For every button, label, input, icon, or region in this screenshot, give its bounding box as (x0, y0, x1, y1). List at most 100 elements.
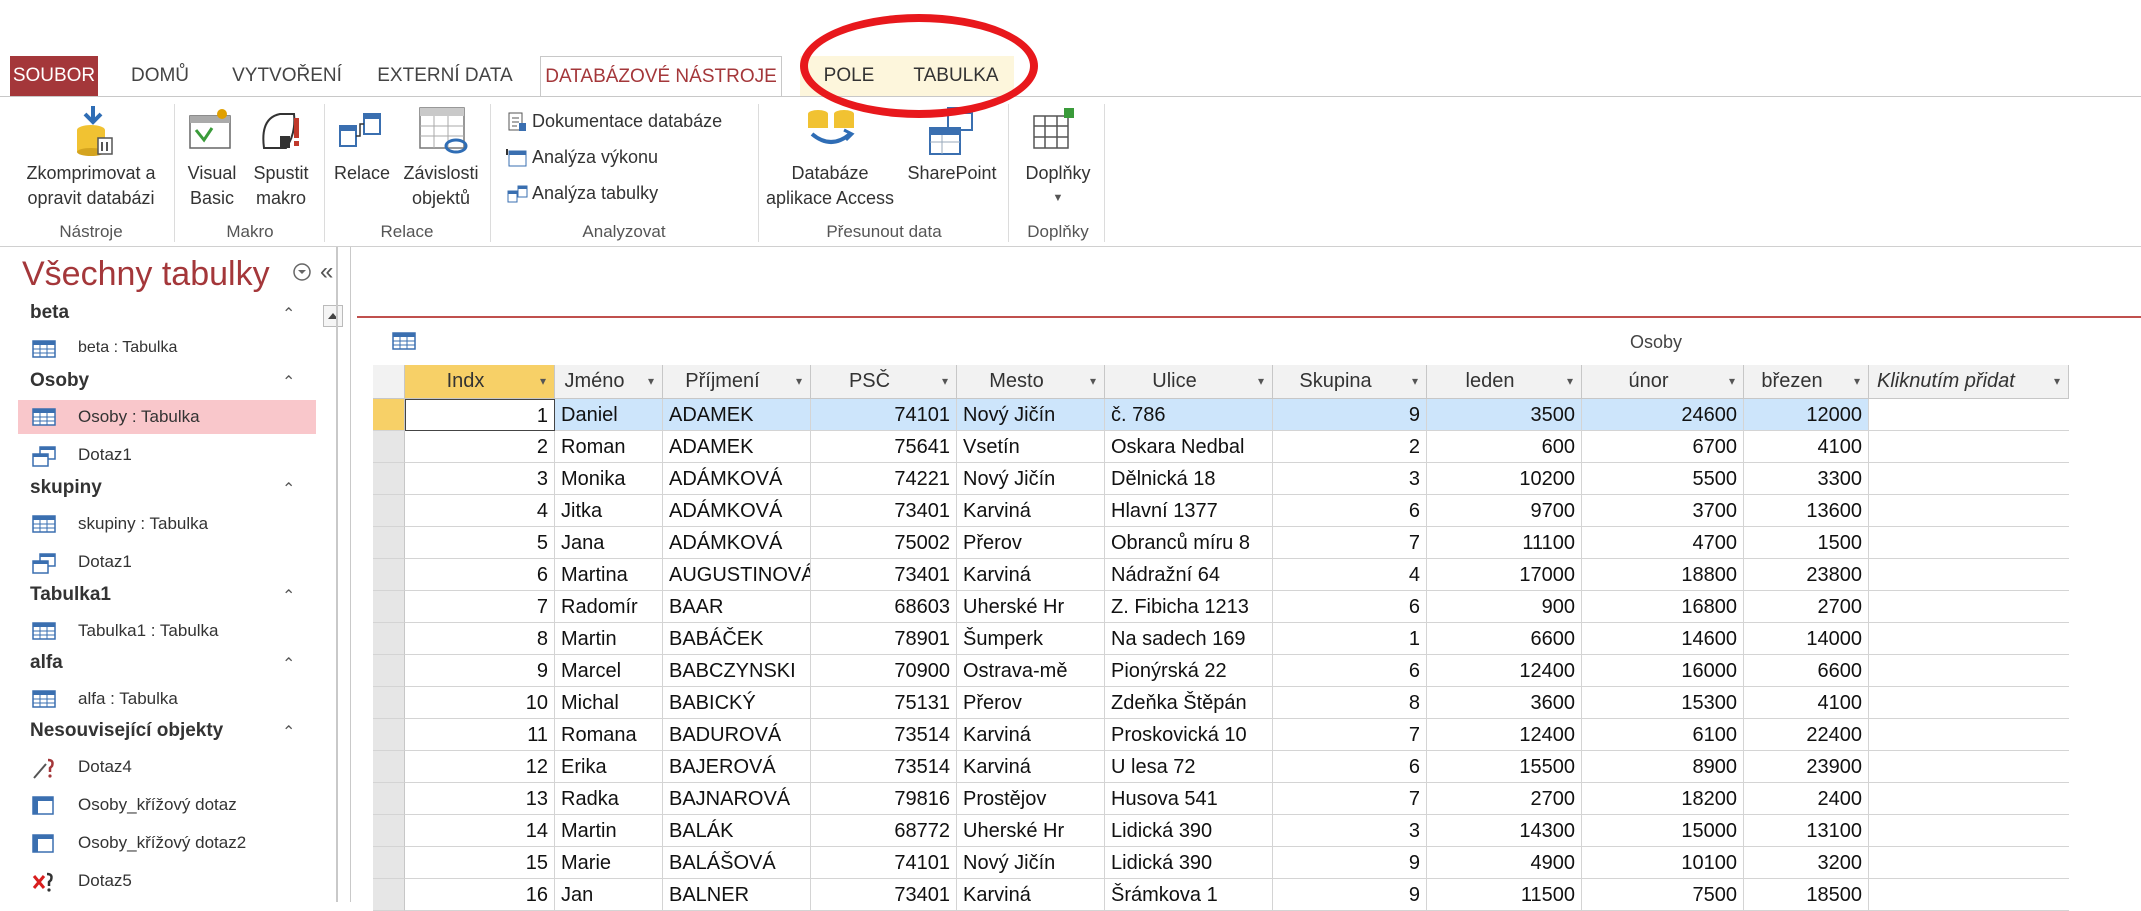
table-cell[interactable]: Obranců míru 8 (1105, 527, 1273, 559)
table-cell[interactable]: BAJNAROVÁ (663, 783, 811, 815)
table-cell[interactable]: 9700 (1427, 495, 1582, 527)
table-cell[interactable]: 6 (1273, 591, 1427, 623)
table-cell[interactable]: Šrámkova 1 (1105, 879, 1273, 911)
table-cell[interactable]: 4 (405, 495, 555, 527)
table-cell[interactable]: 1 (1273, 623, 1427, 655)
sort-filter-dropdown-icon[interactable]: ▾ (1567, 374, 1573, 388)
nav-item-crosstab-query[interactable]: Osoby_křížový dotaz (18, 788, 316, 822)
row-selector[interactable] (373, 847, 405, 879)
access-database-icon[interactable] (804, 106, 858, 157)
compact-repair-icon[interactable] (72, 104, 114, 161)
table-cell[interactable]: 23800 (1744, 559, 1869, 591)
table-cell[interactable]: Karviná (957, 559, 1105, 591)
table-cell[interactable]: 12400 (1427, 655, 1582, 687)
table-cell[interactable]: 7500 (1582, 879, 1744, 911)
table-cell[interactable]: Nový Jičín (957, 399, 1105, 431)
table-cell[interactable]: 15 (405, 847, 555, 879)
table-cell[interactable]: 2700 (1427, 783, 1582, 815)
row-selector[interactable] (373, 655, 405, 687)
table-cell[interactable]: č. 786 (1105, 399, 1273, 431)
column-header[interactable]: Mesto ▾ (957, 365, 1105, 399)
table-cell[interactable]: BADUROVÁ (663, 719, 811, 751)
table-cell[interactable]: 11500 (1427, 879, 1582, 911)
relationships-icon[interactable] (338, 112, 382, 157)
table-cell[interactable]: 16000 (1582, 655, 1744, 687)
table-cell[interactable]: 73514 (811, 719, 957, 751)
table-cell[interactable]: Erika (555, 751, 663, 783)
table-cell[interactable]: Lidická 390 (1105, 847, 1273, 879)
table-cell[interactable]: Uherské Hr (957, 815, 1105, 847)
table-cell[interactable]: 14000 (1744, 623, 1869, 655)
table-cell[interactable]: Proskovická 10 (1105, 719, 1273, 751)
table-cell[interactable]: Daniel (555, 399, 663, 431)
table-cell[interactable]: 15300 (1582, 687, 1744, 719)
table-cell[interactable]: Radomír (555, 591, 663, 623)
nav-item-osoby-table[interactable]: Osoby : Tabulka (18, 400, 316, 434)
nav-item-query[interactable]: Dotaz4 (18, 750, 316, 784)
table-cell[interactable]: 73514 (811, 751, 957, 783)
table-cell[interactable]: 68603 (811, 591, 957, 623)
table-cell[interactable]: 11100 (1427, 527, 1582, 559)
access-database-button[interactable]: Databáze aplikace Access (762, 161, 898, 211)
table-cell[interactable]: 6700 (1582, 431, 1744, 463)
table-cell[interactable]: Marcel (555, 655, 663, 687)
table-cell[interactable]: 8 (1273, 687, 1427, 719)
table-cell[interactable]: Monika (555, 463, 663, 495)
table-cell[interactable]: Oskara Nedbal (1105, 431, 1273, 463)
nav-pane-title[interactable]: Všechny tabulky (22, 255, 270, 294)
table-cell[interactable]: 18500 (1744, 879, 1869, 911)
sort-filter-dropdown-icon[interactable]: ▾ (1729, 374, 1735, 388)
select-all-corner[interactable] (373, 365, 405, 399)
nav-item-delete-query[interactable]: Dotaz5 (18, 864, 316, 898)
sort-filter-dropdown-icon[interactable]: ▾ (648, 374, 654, 388)
table-cell-empty[interactable] (1869, 751, 2069, 783)
table-cell[interactable]: 3 (405, 463, 555, 495)
sort-filter-dropdown-icon[interactable]: ▾ (2054, 374, 2060, 388)
table-cell[interactable]: Michal (555, 687, 663, 719)
table-cell[interactable]: 18800 (1582, 559, 1744, 591)
table-cell[interactable]: 10 (405, 687, 555, 719)
row-selector[interactable] (373, 559, 405, 591)
table-cell[interactable]: 2 (1273, 431, 1427, 463)
table-cell[interactable]: BALÁŠOVÁ (663, 847, 811, 879)
row-selector[interactable] (373, 623, 405, 655)
table-cell[interactable]: BALNER (663, 879, 811, 911)
table-cell[interactable]: 18200 (1582, 783, 1744, 815)
table-cell[interactable]: Martina (555, 559, 663, 591)
nav-menu-chevron-icon[interactable] (292, 262, 312, 287)
table-cell[interactable]: 14300 (1427, 815, 1582, 847)
table-cell[interactable]: ADÁMKOVÁ (663, 495, 811, 527)
column-header[interactable]: PSČ ▾ (811, 365, 957, 399)
table-cell[interactable]: 6100 (1582, 719, 1744, 751)
nav-group-header[interactable]: Tabulka1 (30, 584, 111, 606)
nav-scroll-up-button[interactable] (323, 305, 343, 327)
table-cell[interactable]: 1 (405, 399, 555, 431)
nav-item-tabulka1-table[interactable]: Tabulka1 : Tabulka (18, 614, 316, 648)
table-cell[interactable]: Martin (555, 623, 663, 655)
table-cell[interactable]: 7 (405, 591, 555, 623)
collapse-nav-icon[interactable]: « (320, 258, 333, 286)
table-cell[interactable]: 11 (405, 719, 555, 751)
table-cell[interactable]: 4100 (1744, 687, 1869, 719)
datasheet-table-icon[interactable] (392, 332, 416, 355)
table-cell[interactable]: Přerov (957, 687, 1105, 719)
column-header[interactable]: Skupina ▾ (1273, 365, 1427, 399)
table-cell[interactable]: 78901 (811, 623, 957, 655)
table-cell[interactable]: 7 (1273, 719, 1427, 751)
table-cell-empty[interactable] (1869, 783, 2069, 815)
nav-group-header[interactable]: Nesouvisející objekty (30, 720, 223, 742)
nav-pane-splitter[interactable] (336, 247, 338, 902)
collapse-group-icon[interactable]: ⌃ (282, 304, 295, 324)
table-cell[interactable]: 74101 (811, 399, 957, 431)
visual-basic-button[interactable]: Visual Basic (182, 161, 242, 211)
column-header[interactable]: Příjmení ▾ (663, 365, 811, 399)
table-cell[interactable]: BALÁK (663, 815, 811, 847)
row-selector[interactable] (373, 527, 405, 559)
performance-analyzer-button[interactable]: Analýza výkonu (506, 144, 658, 170)
table-cell[interactable]: 3600 (1427, 687, 1582, 719)
table-cell[interactable]: 9 (1273, 399, 1427, 431)
table-cell[interactable]: 7 (1273, 527, 1427, 559)
column-header[interactable]: březen ▾ (1744, 365, 1869, 399)
table-cell[interactable]: Nový Jičín (957, 463, 1105, 495)
table-cell[interactable]: 73401 (811, 559, 957, 591)
